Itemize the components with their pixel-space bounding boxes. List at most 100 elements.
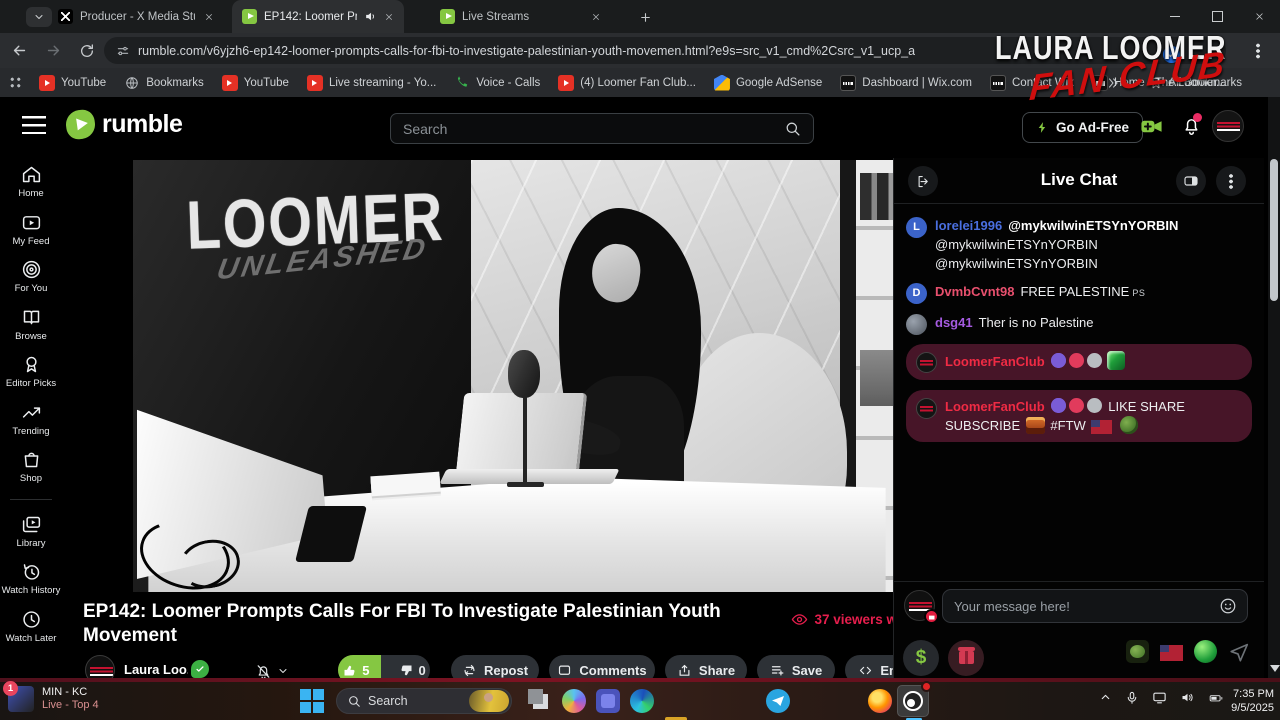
rumble-search-box[interactable] [390, 113, 814, 144]
sidebar-item-my-feed[interactable]: My Feed [1, 212, 61, 248]
edge-icon[interactable] [630, 689, 654, 713]
window-maximize-button[interactable] [1196, 0, 1238, 33]
chat-message-box[interactable] [942, 589, 1248, 623]
taskbar-widget[interactable]: 1 MIN - KC Live - Top 4 [3, 681, 99, 712]
bookmark-bookmarks[interactable]: Bookmarks [115, 75, 213, 91]
us-flag-emote-shortcut[interactable] [1160, 644, 1183, 661]
avatar[interactable] [906, 314, 927, 335]
tray-chevron-up-icon[interactable] [1099, 691, 1112, 704]
bookmark-youtube[interactable]: YouTube [30, 74, 115, 91]
back-button[interactable] [4, 37, 34, 65]
user-avatar[interactable] [1212, 110, 1244, 142]
sidebar-item-watch-later[interactable]: Watch Later [1, 609, 61, 645]
send-message-icon[interactable] [1228, 641, 1250, 663]
video-player[interactable]: LOOMER UNLEASHED [75, 160, 955, 592]
file-explorer-icon[interactable] [664, 713, 688, 720]
avatar[interactable] [916, 398, 937, 419]
sidebar-item-home[interactable]: Home [1, 164, 61, 200]
tab-close-icon[interactable] [588, 9, 604, 25]
avatar[interactable] [916, 352, 937, 373]
sidebar-item-editor-picks[interactable]: Editor Picks [1, 354, 61, 390]
radio-emote [1025, 417, 1045, 434]
site-info-icon[interactable] [116, 44, 130, 58]
profile-check-badge[interactable] [1163, 46, 1180, 63]
cast-screen-icon[interactable] [1152, 690, 1167, 705]
microphone-icon[interactable] [1125, 691, 1139, 705]
sidebar-label: Editor Picks [5, 378, 57, 389]
taskbar-search[interactable]: Search [336, 688, 512, 714]
page-scrollbar[interactable] [1268, 97, 1280, 682]
bookmark-wix-dashboard[interactable]: Dashboard | Wix.com [831, 74, 981, 91]
bookmarks-overflow-chevron[interactable] [1106, 76, 1120, 90]
start-button[interactable] [300, 689, 324, 713]
volume-icon[interactable] [1180, 690, 1195, 705]
sidebar-item-watch-history[interactable]: Watch History [1, 561, 61, 597]
telegram-icon[interactable] [766, 689, 790, 713]
task-view-button[interactable] [527, 688, 552, 713]
bookmark-contact-wix[interactable]: Contact Wix [981, 74, 1083, 91]
chat-menu-button[interactable] [1216, 166, 1246, 196]
emoji-picker-icon[interactable] [1219, 597, 1237, 615]
battery-icon[interactable] [1208, 691, 1224, 705]
bookmark-live-streaming[interactable]: Live streaming - Yo... [298, 74, 445, 91]
bookmark-youtube-2[interactable]: YouTube [213, 74, 298, 91]
tab-live-streams[interactable]: Live Streams [430, 0, 620, 33]
scrollbar-thumb[interactable] [1270, 159, 1278, 301]
shop-icon [24, 452, 38, 468]
obs-studio-active[interactable] [897, 681, 932, 720]
rumble-logo[interactable]: rumble [64, 108, 183, 141]
avatar[interactable]: D [906, 283, 927, 304]
forward-button[interactable] [38, 37, 68, 65]
copilot-icon[interactable] [562, 689, 586, 713]
window-close-button[interactable] [1238, 0, 1280, 33]
rant-dollar-button[interactable]: $ [903, 639, 939, 676]
bookmark-adsense[interactable]: Google AdSense [705, 74, 831, 91]
sidebar-item-trending[interactable]: Trending [1, 402, 61, 438]
firefox-icon[interactable] [868, 689, 892, 713]
upload-video-icon[interactable] [1138, 115, 1165, 138]
apps-grid-icon[interactable] [0, 76, 30, 89]
tab-producer[interactable]: Producer - X Media Studio [48, 0, 226, 33]
search-highlight-thumbnail[interactable] [469, 690, 509, 712]
reload-button[interactable] [72, 37, 102, 65]
gift-sub-button[interactable] [948, 639, 984, 676]
hamburger-menu-icon[interactable] [22, 116, 46, 134]
sidebar-item-browse[interactable]: Browse [1, 307, 61, 343]
address-bar[interactable]: rumble.com/v6yjzh6-ep142-loomer-prompts-… [104, 37, 1226, 64]
go-ad-free-button[interactable]: Go Ad-Free [1022, 112, 1144, 143]
chat-username[interactable]: LoomerFanClub [945, 354, 1045, 369]
shield-badge-icon [1050, 353, 1066, 368]
teams-icon[interactable] [596, 689, 620, 713]
tab-close-icon[interactable] [384, 9, 394, 25]
scrollbar-down-arrow[interactable] [1270, 665, 1280, 672]
browser-menu-icon[interactable] [1256, 43, 1270, 59]
window-minimize-button[interactable] [1154, 0, 1196, 33]
chat-username[interactable]: dsg41 [935, 315, 973, 330]
rumble-search-input[interactable] [391, 120, 784, 137]
tab-audio-icon[interactable] [364, 10, 377, 23]
sidebar-item-library[interactable]: Library [1, 514, 61, 550]
bookmark-voice-calls[interactable]: Voice - Calls [445, 75, 549, 91]
sidebar-item-shop[interactable]: Shop [1, 449, 61, 485]
avatar[interactable]: L [906, 217, 927, 238]
bookmark-loomer-fan-club[interactable]: (4) Loomer Fan Club... [549, 74, 705, 91]
new-tab-button[interactable] [634, 6, 656, 28]
all-bookmarks-button[interactable]: All Bookmarks [1149, 76, 1242, 90]
chat-username[interactable]: DvmbCvnt98 [935, 284, 1014, 299]
chat-username[interactable]: lorelei1996 [935, 218, 1002, 233]
tab-ep142-active[interactable]: EP142: Loomer Prompts Cal [232, 0, 404, 33]
tab-close-icon[interactable] [202, 9, 216, 25]
chat-message-highlighted: LoomerFanClub [906, 344, 1252, 380]
chat-username[interactable]: LoomerFanClub [945, 399, 1045, 414]
channel-name[interactable]: Laura Loo... [124, 662, 188, 677]
chat-message-input[interactable] [943, 598, 1219, 614]
wix-icon [990, 74, 1006, 91]
sidebar-item-for-you[interactable]: For You [1, 259, 61, 295]
green-gem-emote-shortcut[interactable] [1194, 639, 1217, 663]
frog-emote-shortcut[interactable] [1126, 639, 1149, 663]
phone-icon [454, 75, 470, 91]
chat-popout-button[interactable] [1176, 166, 1206, 196]
taskbar-clock[interactable]: 7:35 PM 9/5/2025 [1231, 687, 1274, 715]
notifications-bell-icon[interactable] [1181, 113, 1202, 136]
search-icon[interactable] [784, 120, 801, 137]
